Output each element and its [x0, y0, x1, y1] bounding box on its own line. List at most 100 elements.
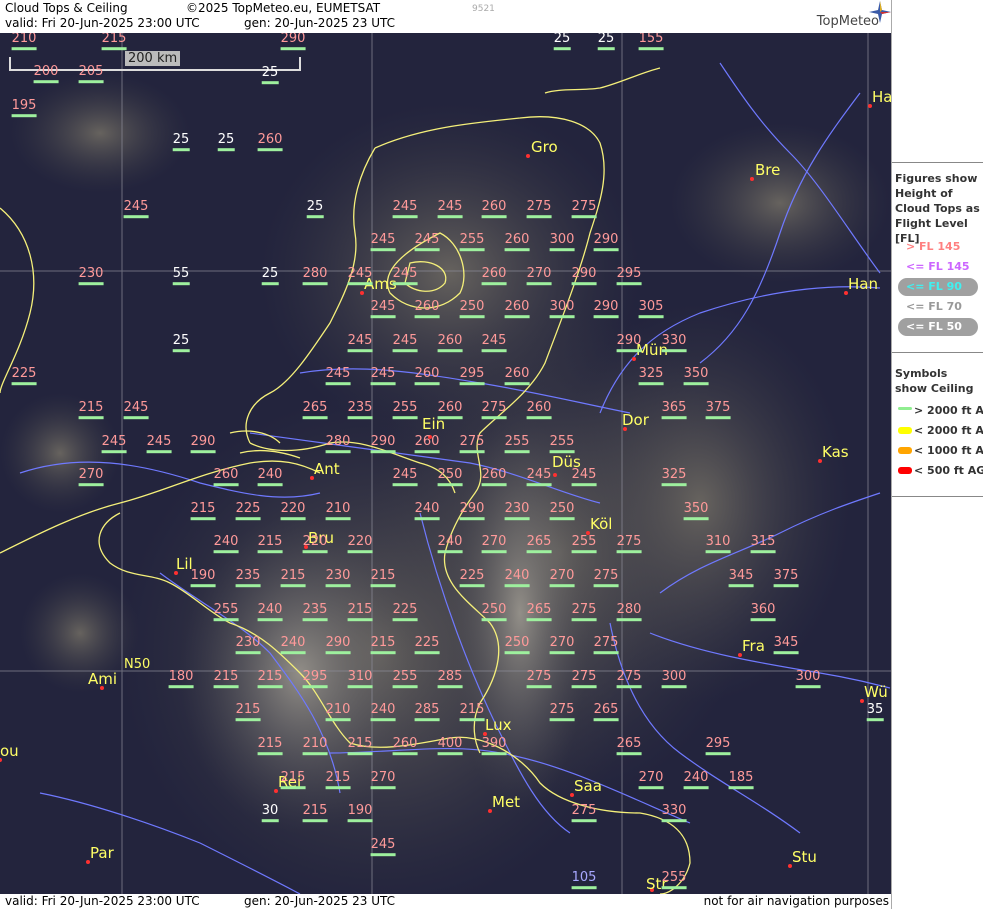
- flight-level-label: 260: [415, 435, 440, 453]
- flight-level-label: 270: [79, 468, 104, 486]
- city-label-stu: Stu: [792, 848, 817, 866]
- flight-level-label: 280: [303, 267, 328, 285]
- flight-level-label: 260: [415, 367, 440, 385]
- flight-level-label: 240: [281, 636, 306, 654]
- satellite-map[interactable]: 200 km N50 Gro Bre Ha Han Ams Mün Ein Dor Kas Ant…: [0, 33, 891, 894]
- flight-level-label: 275: [460, 435, 485, 453]
- flight-level-label: 25: [262, 66, 279, 84]
- city-label-lux: Lux: [485, 716, 512, 734]
- flight-level-label: 295: [617, 267, 642, 285]
- flight-level-label: 390: [482, 737, 507, 755]
- flight-level-label: 350: [684, 502, 709, 520]
- flight-level-label: 25: [262, 267, 279, 285]
- flight-level-label: 230: [79, 267, 104, 285]
- flight-level-label: 55: [173, 267, 190, 285]
- flight-level-label: 215: [258, 737, 283, 755]
- flight-level-label: 215: [191, 502, 216, 520]
- flight-level-label: 255: [393, 401, 418, 419]
- flight-level-label: 225: [460, 569, 485, 587]
- flight-level-label: 330: [662, 804, 687, 822]
- flight-level-label: 280: [617, 603, 642, 621]
- flight-level-label: 255: [393, 670, 418, 688]
- city-label-fra: Fra: [742, 637, 765, 655]
- flight-level-label: 260: [482, 267, 507, 285]
- flight-level-label: 215: [258, 535, 283, 553]
- tops-legend-item: > FL 145: [894, 238, 982, 256]
- flight-level-label: 190: [191, 569, 216, 587]
- footer-valid-time: valid: Fri 20-Jun-2025 23:00 UTC: [5, 894, 200, 908]
- flight-level-label: 25: [173, 133, 190, 151]
- flight-level-label: 290: [594, 233, 619, 251]
- flight-level-label: 105: [572, 871, 597, 889]
- flight-level-label: 240: [371, 703, 396, 721]
- flight-level-label: 215: [460, 703, 485, 721]
- legend-divider: [892, 496, 983, 497]
- ceiling-legend-item: < 2000 ft AGL: [894, 423, 983, 441]
- flight-level-label: 255: [214, 603, 239, 621]
- footer-generation-time: gen: 20-Jun-2025 23 UTC: [244, 894, 396, 908]
- flight-level-label: 290: [326, 636, 351, 654]
- flight-level-label: 185: [729, 771, 754, 789]
- flight-level-label: 225: [415, 636, 440, 654]
- city-marker: [750, 177, 754, 181]
- image-code: 9521: [472, 4, 495, 14]
- flight-level-label: 310: [706, 535, 731, 553]
- flight-level-label: 260: [393, 737, 418, 755]
- flight-level-label: 245: [371, 367, 396, 385]
- flight-level-label: 245: [326, 367, 351, 385]
- flight-level-label: 210: [326, 703, 351, 721]
- city-label-bre: Bre: [755, 161, 781, 179]
- flight-level-label: 215: [371, 569, 396, 587]
- ceiling-legend-item: < 1000 ft AGL: [894, 443, 983, 461]
- flight-level-label: 290: [572, 267, 597, 285]
- flight-level-label: 260: [438, 334, 463, 352]
- tops-legend-item: <= FL 50: [894, 318, 982, 336]
- flight-level-label: 265: [303, 401, 328, 419]
- map-header: Cloud Tops & Ceiling ©2025 TopMeteo.eu, …: [0, 0, 891, 34]
- ceiling-legend-item: > 2000 ft AGL: [894, 403, 983, 421]
- city-label-gro: Gro: [531, 138, 558, 156]
- flight-level-label: 245: [415, 233, 440, 251]
- flight-level-label: 315: [751, 535, 776, 553]
- flight-level-label: 35: [867, 703, 884, 721]
- city-label-met: Met: [492, 793, 521, 811]
- flight-level-label: 260: [258, 133, 283, 151]
- flight-level-label: 275: [617, 535, 642, 553]
- flight-level-label: 240: [415, 502, 440, 520]
- flight-level-label: 245: [572, 468, 597, 486]
- flight-level-label: 245: [371, 233, 396, 251]
- flight-level-label: 225: [236, 502, 261, 520]
- flight-level-label: 330: [662, 334, 687, 352]
- flight-level-label: 295: [460, 367, 485, 385]
- flight-level-label: 250: [482, 603, 507, 621]
- flight-level-label: 215: [281, 771, 306, 789]
- flight-level-label: 290: [617, 334, 642, 352]
- ceiling-legend-item: < 500 ft AGL: [894, 463, 983, 481]
- flight-level-label: 25: [173, 334, 190, 352]
- flight-level-label: 360: [751, 603, 776, 621]
- city-label-ami: Ami: [88, 670, 118, 688]
- flight-level-label: 270: [482, 535, 507, 553]
- flight-level-label: 300: [550, 300, 575, 318]
- ceiling-symbol: [898, 407, 912, 410]
- flight-level-label: 230: [505, 502, 530, 520]
- flight-level-label: 300: [550, 233, 575, 251]
- flight-level-label: 270: [550, 569, 575, 587]
- flight-level-label: 250: [438, 468, 463, 486]
- flight-level-label: 245: [124, 200, 149, 218]
- flight-level-label: 245: [438, 200, 463, 218]
- flight-level-label: 275: [617, 670, 642, 688]
- flight-level-label: 240: [258, 603, 283, 621]
- flight-level-label: 235: [236, 569, 261, 587]
- flight-level-label: 275: [572, 804, 597, 822]
- legend-label: <= FL 50: [906, 320, 962, 333]
- flight-level-label: 240: [438, 535, 463, 553]
- flight-level-label: 325: [662, 468, 687, 486]
- flight-level-label: 260: [482, 200, 507, 218]
- ceiling-legend-title: Symbols show Ceiling: [895, 367, 974, 395]
- flight-level-label: 255: [662, 871, 687, 889]
- flight-level-label: 245: [348, 334, 373, 352]
- flight-level-label: 285: [415, 703, 440, 721]
- flight-level-label: 25: [218, 133, 235, 151]
- flight-level-label: 215: [258, 670, 283, 688]
